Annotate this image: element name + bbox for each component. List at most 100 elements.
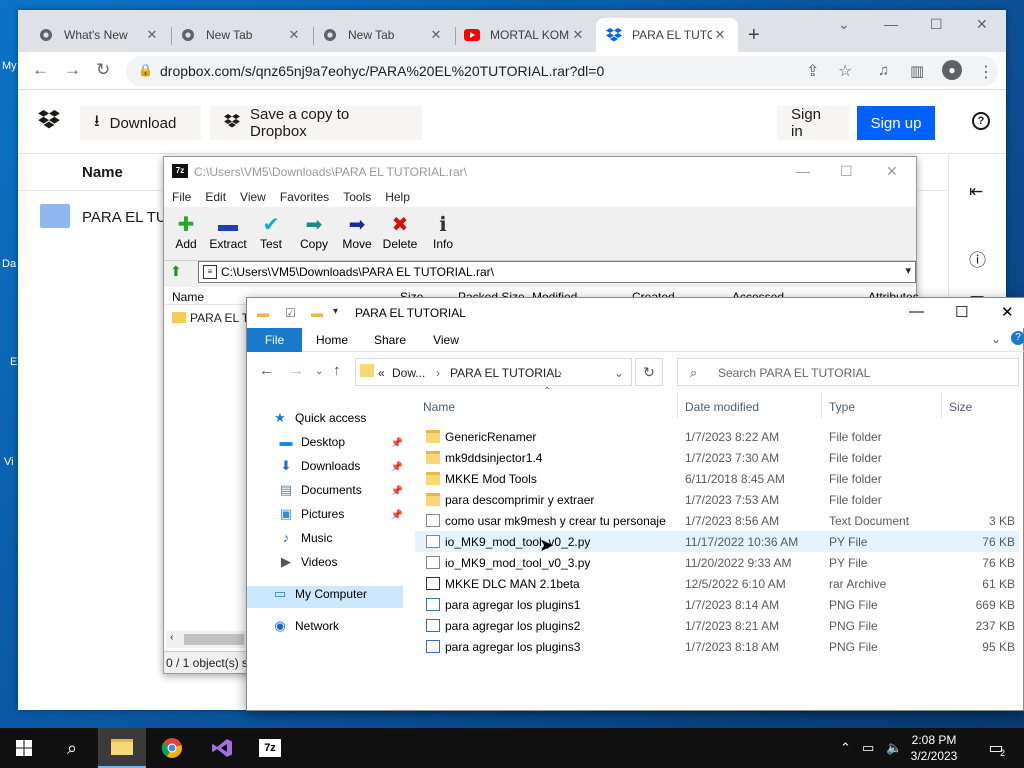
sevenzip-taskbar-button[interactable]: 7z <box>246 728 294 768</box>
sevenzip-titlebar[interactable]: 7z C:\Users\VM5\Downloads\PARA EL TUTORI… <box>164 157 916 187</box>
nav-desktop[interactable]: ▬ Desktop 📌 <box>277 434 404 456</box>
close-icon[interactable]: ✕ <box>712 27 728 43</box>
test-button[interactable]: ✔ Test <box>249 213 293 251</box>
forward-icon[interactable]: → <box>64 60 81 80</box>
maximize-icon[interactable]: ☐ <box>930 16 943 33</box>
minimize-icon[interactable]: — <box>796 163 810 179</box>
help-icon[interactable]: ? <box>972 112 990 130</box>
delete-button[interactable]: ✖ Delete <box>378 213 422 251</box>
recent-locations-icon[interactable]: ⌄ <box>315 366 323 377</box>
table-row[interactable]: MKKE Mod Tools 6/11/2018 8:45 AM File fold… <box>415 468 1019 489</box>
chevron-right-icon[interactable]: › <box>558 366 562 380</box>
chevron-down-icon[interactable]: ⌄ <box>838 16 850 33</box>
desktop-icon-label[interactable]: Vi <box>4 456 14 468</box>
star-icon[interactable]: ☆ <box>838 61 852 81</box>
back-icon[interactable]: ← <box>32 60 49 80</box>
close-icon[interactable]: ✕ <box>428 27 444 43</box>
table-row[interactable]: como usar mk9mesh y crear tu personaje 1/… <box>415 510 1019 531</box>
table-row[interactable]: para descomprimir y extraer 1/7/2023 7:53… <box>415 489 1019 510</box>
lock-icon[interactable]: 🔒 <box>138 63 153 77</box>
nav-documents[interactable]: ▤ Documents 📌 <box>277 482 403 504</box>
extract-button[interactable]: ▬ Extract <box>206 213 250 251</box>
breadcrumb-downloads[interactable]: Dow... <box>392 366 425 380</box>
menu-favorites[interactable]: Favorites <box>280 187 329 207</box>
dropbox-logo-icon[interactable] <box>38 110 60 135</box>
ribbon-tab-file[interactable]: File <box>247 328 302 352</box>
search-box[interactable]: ⌕ Search PARA EL TUTORIAL <box>677 358 1019 386</box>
share-icon[interactable]: ⇪ <box>806 61 819 81</box>
horizontal-scrollbar[interactable]: ‹ <box>166 631 246 648</box>
address-bar[interactable]: 🔒 dropbox.com/s/qnz65nj9a7eohyc/PARA%20E… <box>126 56 998 86</box>
table-row[interactable]: para agregar los plugins1 1/7/2023 8:14 A… <box>415 594 1019 615</box>
start-button[interactable] <box>0 728 48 768</box>
close-icon[interactable]: ✕ <box>286 27 302 43</box>
new-tab-button[interactable]: + <box>748 24 760 47</box>
maximize-icon[interactable]: ☐ <box>840 163 853 180</box>
table-row[interactable]: mk9ddsinjector1.4 1/7/2023 7:30 AM File fo… <box>415 447 1019 468</box>
nav-quick-access[interactable]: ★ Quick access <box>271 410 403 432</box>
menu-icon[interactable]: ⋮ <box>978 62 994 82</box>
nav-downloads[interactable]: ⬇ Downloads 📌 <box>277 458 403 480</box>
browser-tab-active[interactable]: PARA EL TUTO ✕ <box>596 18 738 52</box>
column-divider[interactable] <box>941 392 942 418</box>
menu-view[interactable]: View <box>240 187 266 207</box>
info-icon[interactable]: ⓘ <box>969 246 986 271</box>
chevron-down-icon[interactable]: ⌄ <box>991 332 1001 346</box>
refresh-button[interactable]: ↻ <box>635 358 663 386</box>
add-button[interactable]: ✚ Add <box>164 213 208 251</box>
sidepanel-icon[interactable]: ▥ <box>910 62 924 80</box>
menu-tools[interactable]: Tools <box>343 187 371 207</box>
scrollbar-thumb[interactable] <box>184 634 244 645</box>
column-name[interactable]: Name <box>423 400 455 414</box>
table-row[interactable]: para agregar los plugins3 1/7/2023 8:18 A… <box>415 636 1019 657</box>
close-window-icon[interactable]: ✕ <box>886 163 898 180</box>
copy-button[interactable]: ➡ Copy <box>292 213 336 251</box>
sevenzip-address-bar[interactable]: ≡ C:\Users\VM5\Downloads\PARA EL TUTORIA… <box>198 261 916 283</box>
collapse-panel-icon[interactable]: ⇤ <box>969 182 983 202</box>
breadcrumb-overflow[interactable]: « <box>378 366 385 380</box>
breadcrumb-current[interactable]: PARA EL TUTORIAL <box>450 366 561 380</box>
info-button[interactable]: ℹ Info <box>421 213 465 251</box>
minimize-icon[interactable]: — <box>884 16 898 32</box>
chevron-up-icon[interactable]: ⌃ <box>840 740 851 756</box>
help-icon[interactable]: ? <box>1011 331 1024 345</box>
menu-help[interactable]: Help <box>385 187 410 207</box>
close-icon[interactable]: ✕ <box>570 27 586 43</box>
table-row[interactable]: MKKE DLC MAN 2.1beta 12/5/2022 6:10 AM rar… <box>415 573 1019 594</box>
nav-network[interactable]: ◉ Network <box>271 618 403 640</box>
up-folder-icon[interactable]: ⬆ <box>170 263 182 280</box>
table-row[interactable]: io_MK9_mod_tool_v0_3.py 11/20/2022 9:33 A… <box>415 552 1019 573</box>
reload-icon[interactable]: ↻ <box>96 60 110 80</box>
chevron-down-icon[interactable]: ⌄ <box>614 366 624 380</box>
nav-my-computer[interactable]: ▭ My Computer <box>247 586 403 608</box>
volume-icon[interactable]: 🔈 <box>886 740 902 756</box>
desktop-icon-label[interactable]: E <box>10 356 17 368</box>
column-divider[interactable] <box>821 392 822 418</box>
maximize-icon[interactable]: ☐ <box>955 303 968 321</box>
table-row[interactable]: io_MK9_mod_tool_v0_2.py 11/17/2022 10:36 … <box>415 531 1019 552</box>
download-button[interactable]: ⭳ Download <box>80 106 201 140</box>
close-window-icon[interactable]: ✕ <box>1001 303 1014 321</box>
nav-videos[interactable]: ▶ Videos <box>277 554 403 576</box>
chevron-right-icon[interactable]: › <box>436 366 440 380</box>
sign-in-button[interactable]: Sign in <box>777 106 849 140</box>
column-divider[interactable] <box>677 392 678 418</box>
breadcrumb[interactable]: « Dow... › PARA EL TUTORIAL › ⌄ <box>355 358 632 386</box>
column-type[interactable]: Type <box>829 400 855 414</box>
profile-avatar[interactable]: ● <box>942 60 962 80</box>
scroll-left-icon[interactable]: ‹ <box>170 632 173 643</box>
move-button[interactable]: ➡ Move <box>335 213 379 251</box>
nav-pictures[interactable]: ▣ Pictures 📌 <box>277 506 403 528</box>
table-row[interactable]: GenericRenamer 1/7/2023 8:22 AM File folde… <box>415 426 1019 447</box>
column-date-modified[interactable]: Date modified <box>685 400 759 414</box>
browser-tab[interactable]: What's New ✕ <box>28 18 170 52</box>
explorer-titlebar[interactable]: ▬ ☑ ▬ ▾ PARA EL TUTORIAL — ☐ ✕ <box>247 298 1024 328</box>
properties-icon[interactable]: ☑ <box>285 306 296 320</box>
browser-tab[interactable]: New Tab ✕ <box>312 18 454 52</box>
menu-edit[interactable]: Edit <box>205 187 226 207</box>
column-size[interactable]: Size <box>949 400 972 414</box>
chevron-down-icon[interactable]: ▾ <box>905 264 911 277</box>
desktop-icon-label[interactable]: Da <box>2 258 16 270</box>
menu-file[interactable]: File <box>172 187 191 207</box>
browser-tab[interactable]: New Tab ✕ <box>170 18 312 52</box>
